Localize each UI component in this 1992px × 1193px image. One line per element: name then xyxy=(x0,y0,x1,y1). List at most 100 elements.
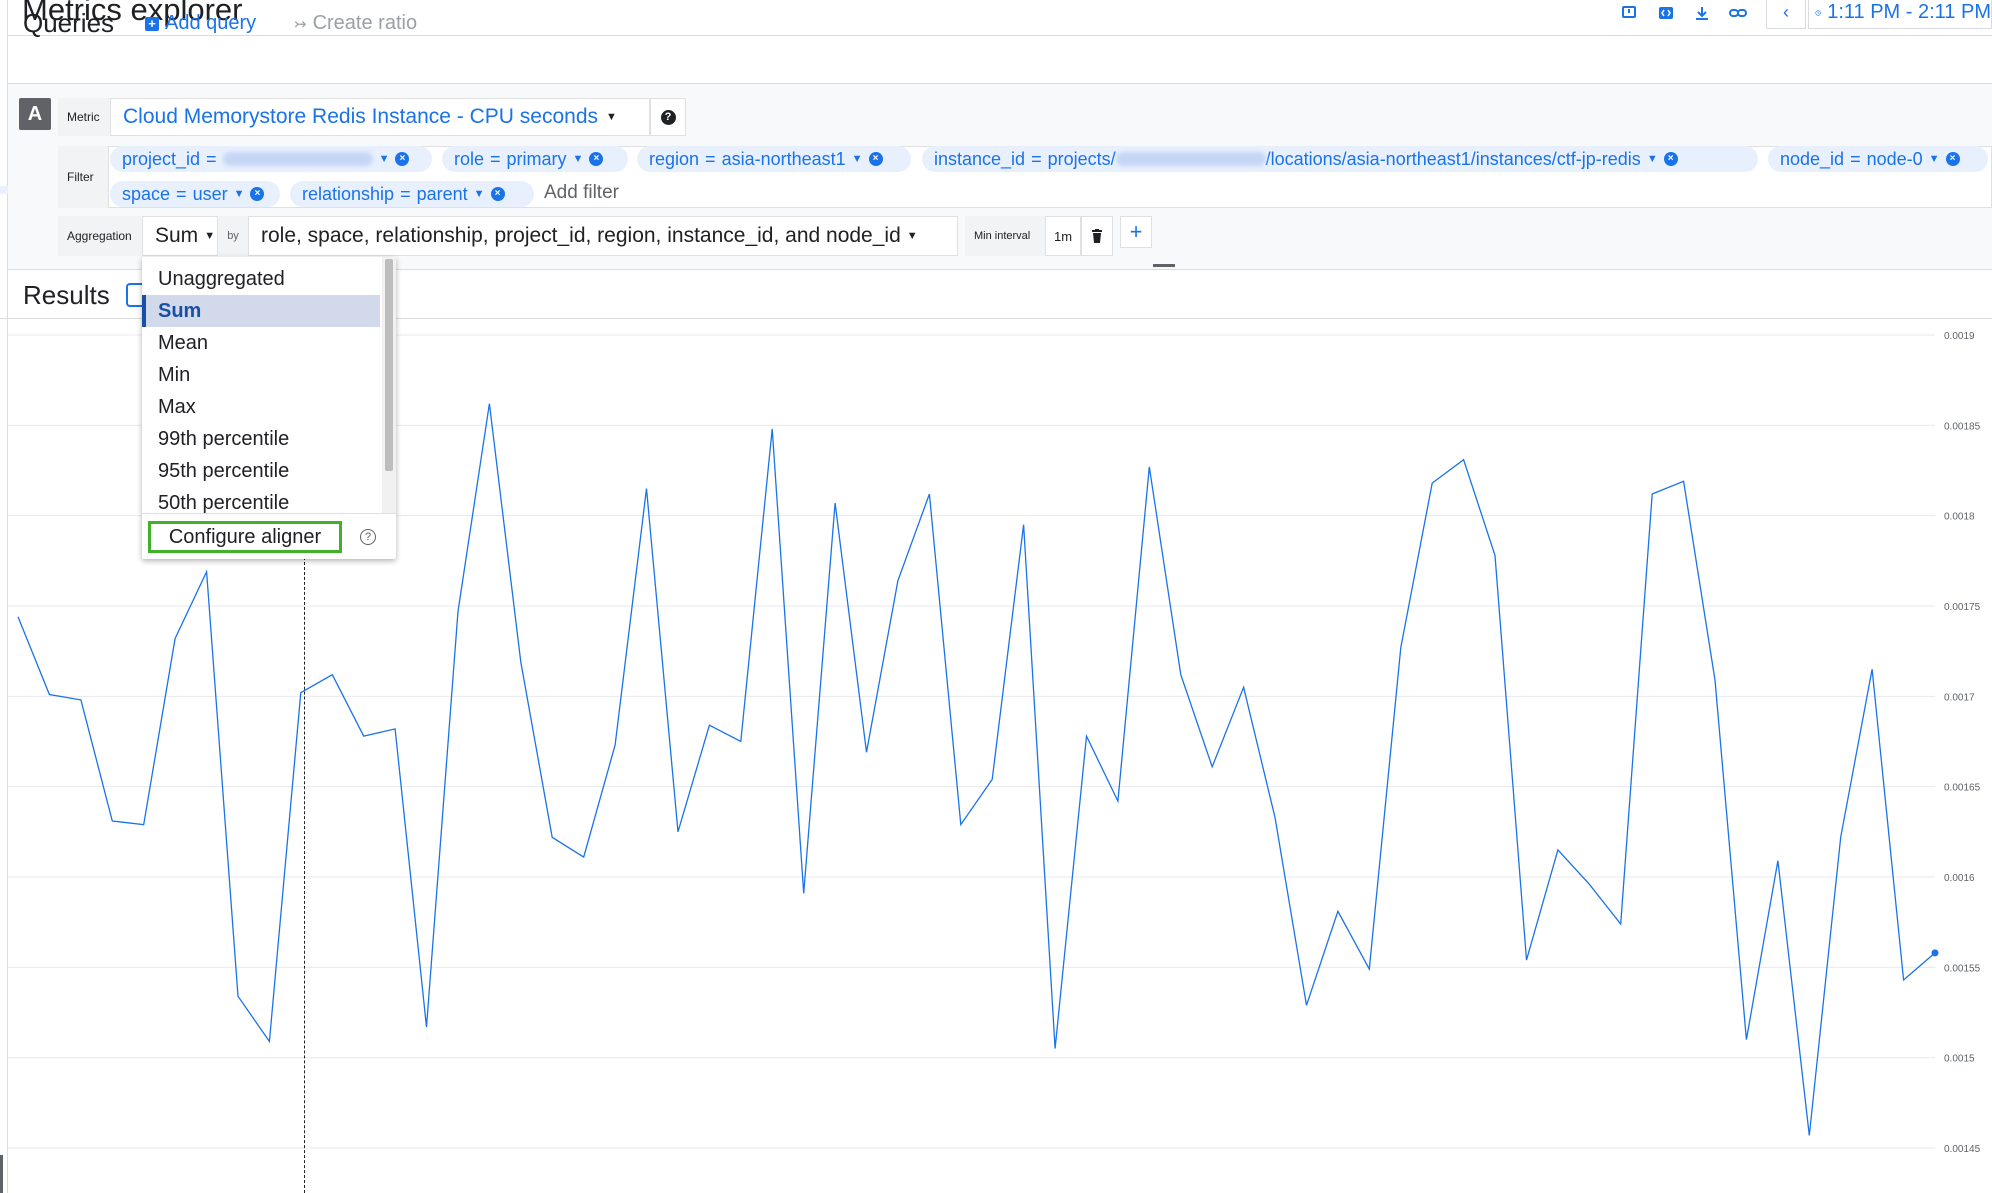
caret-down-icon: ▼ xyxy=(473,188,485,200)
filter-key: relationship xyxy=(302,183,395,204)
filter-key: instance_id xyxy=(934,148,1026,169)
dropdown-item-mean[interactable]: Mean xyxy=(142,327,380,359)
metric-value: Cloud Memorystore Redis Instance - CPU s… xyxy=(123,105,599,128)
filter-chip-instance-id[interactable]: instance_id = projects/ /locations/asia-… xyxy=(922,146,1758,172)
ratio-icon: ↣ xyxy=(294,15,307,33)
filter-key: project_id xyxy=(122,148,201,169)
caret-down-icon: ▼ xyxy=(1928,153,1940,165)
dropdown-item-max[interactable]: Max xyxy=(142,391,380,423)
dropdown-item-95th-percentile[interactable]: 95th percentile xyxy=(142,455,380,487)
queries-bar xyxy=(0,36,1992,84)
metric-help-button[interactable]: ? xyxy=(650,98,686,136)
y-tick-label: 0.0019 xyxy=(1944,331,1975,342)
filter-op: = xyxy=(400,183,411,204)
dropdown-item-sum[interactable]: Sum xyxy=(142,295,380,327)
add-query-label: Add query xyxy=(165,12,257,34)
dropdown-item-99th-percentile[interactable]: 99th percentile xyxy=(142,423,380,455)
time-range-picker[interactable]: 1:11 PM - 2:11 PM xyxy=(1808,0,1992,29)
filter-value: parent xyxy=(416,183,468,204)
create-ratio-button[interactable]: ↣ Create ratio xyxy=(294,12,417,35)
filter-chip-project-id[interactable]: project_id = ▼ × xyxy=(110,146,432,172)
add-filter-input[interactable]: Add filter xyxy=(544,182,619,204)
link-icon[interactable] xyxy=(1727,2,1749,24)
y-tick-label: 0.0015 xyxy=(1944,1054,1975,1065)
y-tick-label: 0.0018 xyxy=(1944,512,1975,523)
y-tick-label: 0.00185 xyxy=(1944,421,1981,432)
dropdown-item-unaggregated[interactable]: Unaggregated xyxy=(142,263,380,295)
queries-title: Queries xyxy=(23,8,115,38)
delete-aggregation-button[interactable] xyxy=(1081,216,1113,256)
filter-value: asia-northeast1 xyxy=(721,148,846,169)
caret-down-icon: ▼ xyxy=(233,188,245,200)
left-nav-marker xyxy=(0,186,8,194)
filter-value-prefix: projects/ xyxy=(1047,148,1116,169)
dropdown-item-min[interactable]: Min xyxy=(142,359,380,391)
caret-down-icon: ▼ xyxy=(1646,153,1658,165)
caret-down-icon: ▼ xyxy=(204,230,216,242)
caret-down-icon: ▼ xyxy=(572,153,584,165)
redacted-value xyxy=(1115,152,1266,166)
filter-op: = xyxy=(176,183,187,204)
query-letter-badge[interactable]: A xyxy=(19,98,51,130)
help-icon: ? xyxy=(660,109,676,125)
close-icon[interactable]: × xyxy=(1663,152,1678,166)
y-tick-label: 0.00175 xyxy=(1944,602,1981,613)
dropdown-scrollbar-thumb[interactable] xyxy=(385,259,393,471)
filter-value: user xyxy=(192,183,228,204)
feedback-icon[interactable] xyxy=(1618,2,1640,24)
filter-chip-region[interactable]: region = asia-northeast1 ▼ × xyxy=(637,146,911,172)
download-icon[interactable] xyxy=(1691,2,1713,24)
y-tick-label: 0.0016 xyxy=(1944,873,1975,884)
aggregation-value: Sum xyxy=(155,224,199,247)
filter-key: region xyxy=(649,148,700,169)
caret-down-icon: ▼ xyxy=(606,111,617,123)
results-title: Results xyxy=(23,280,110,310)
y-tick-label: 0.00155 xyxy=(1944,963,1981,974)
resize-handle[interactable] xyxy=(1153,264,1175,267)
filter-value-suffix: /locations/asia-northeast1/instances/ctf… xyxy=(1265,148,1641,169)
y-tick-label: 0.00145 xyxy=(1944,1144,1981,1155)
redacted-value xyxy=(222,152,373,166)
create-ratio-label: Create ratio xyxy=(312,12,418,34)
aggregation-select[interactable]: Sum ▼ xyxy=(142,216,218,256)
dropdown-divider xyxy=(142,513,396,514)
filter-op: = xyxy=(705,148,716,169)
filter-op: = xyxy=(1850,148,1861,169)
filter-key: role xyxy=(454,148,485,169)
filter-chip-node-id[interactable]: node_id = node-0 ▼ × xyxy=(1768,146,1988,172)
add-aggregation-button[interactable]: + xyxy=(1120,216,1152,248)
filter-value: node-0 xyxy=(1866,148,1923,169)
time-range-label: 1:11 PM - 2:11 PM xyxy=(1827,1,1991,23)
dropdown-item-50th-percentile[interactable]: 50th percentile xyxy=(142,487,380,519)
code-icon[interactable] xyxy=(1655,2,1677,24)
min-interval-input[interactable]: 1m xyxy=(1045,216,1081,256)
close-icon[interactable]: × xyxy=(589,152,604,166)
metric-select[interactable]: Cloud Memorystore Redis Instance - CPU s… xyxy=(110,98,650,136)
configure-aligner-button[interactable]: Configure aligner xyxy=(148,521,342,553)
filter-chip-space[interactable]: space = user ▼ × xyxy=(110,181,280,207)
min-interval-label: Min interval xyxy=(965,216,1045,256)
y-tick-label: 0.00165 xyxy=(1944,783,1981,794)
close-icon[interactable]: × xyxy=(395,152,410,166)
filter-chip-relationship[interactable]: relationship = parent ▼ × xyxy=(290,181,534,207)
add-query-button[interactable]: + Add query xyxy=(145,12,256,35)
group-by-select[interactable]: role, space, relationship, project_id, r… xyxy=(248,216,958,256)
aggregation-dropdown: Unaggregated Sum Mean Min Max 99th perce… xyxy=(142,257,396,559)
help-icon[interactable]: ? xyxy=(360,529,376,545)
filter-op: = xyxy=(206,148,217,169)
group-by-value: role, space, relationship, project_id, r… xyxy=(261,224,901,247)
filter-label: Filter xyxy=(58,146,108,208)
close-icon[interactable]: × xyxy=(490,187,505,201)
caret-down-icon: ▼ xyxy=(851,153,863,165)
close-icon[interactable]: × xyxy=(1945,152,1960,166)
clock-icon xyxy=(1815,9,1821,16)
series-last-point[interactable] xyxy=(1931,949,1939,957)
caret-down-icon: ▼ xyxy=(906,230,918,242)
close-icon[interactable]: × xyxy=(250,187,265,201)
chevron-left-icon[interactable]: ‹ xyxy=(1766,0,1806,29)
filter-key: node_id xyxy=(1780,148,1845,169)
trash-icon xyxy=(1092,229,1102,243)
close-icon[interactable]: × xyxy=(868,152,883,166)
filter-chip-role[interactable]: role = primary ▼ × xyxy=(442,146,628,172)
y-tick-label: 0.0017 xyxy=(1944,692,1975,703)
